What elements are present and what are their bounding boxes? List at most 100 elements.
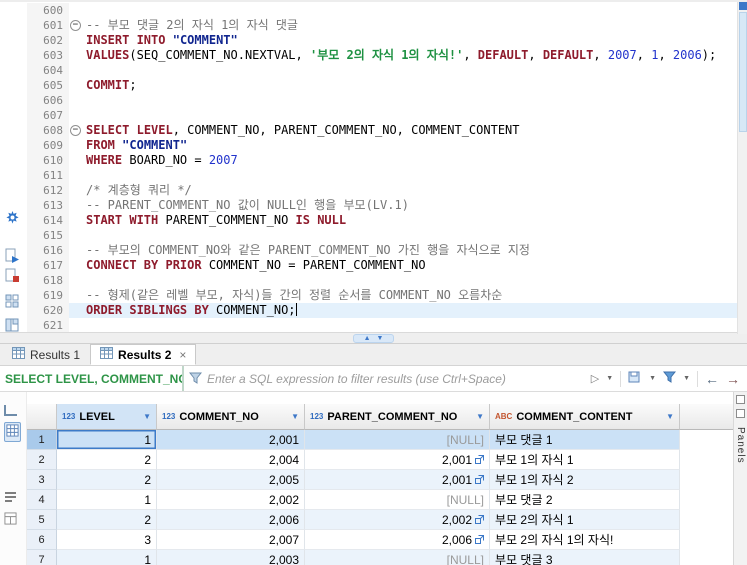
editor-line-610[interactable]: 610 WHERE BOARD_NO = 2007 [27,153,747,168]
grid-row-2[interactable]: 2 2 2,004 2,001 부모 1의 자식 1 [27,450,733,470]
open-reference-icon[interactable] [475,510,484,529]
editor-line-620[interactable]: 620 ORDER SIBLINGS BY COMMENT_NO; [27,303,747,318]
layout-annotation-icon[interactable] [5,318,21,334]
collapse-down-icon[interactable]: ▼ [377,335,384,342]
open-reference-icon[interactable] [475,470,484,489]
editor-line-613[interactable]: 613 -- PARENT_COMMENT_NO 값이 NULL인 행을 부모(L… [27,198,747,213]
fold-margin[interactable]: − [69,18,83,33]
grid-cell[interactable]: 2,005 [157,470,305,490]
nav-previous-icon[interactable]: ← [705,371,719,387]
editor-line-619[interactable]: 619 -- 형제(같은 레벨 부모, 자식)들 간의 정렬 순서를 COMMEN… [27,288,747,303]
grid-cell[interactable]: 3 [57,530,157,550]
grid-cell[interactable]: 2 [57,450,157,470]
editor-line-607[interactable]: 607 [27,108,747,123]
editor-line-602[interactable]: 602 INSERT INTO "COMMENT" [27,33,747,48]
column-header-parent_comment_no[interactable]: 123 PARENT_COMMENT_NO ▼ [305,404,490,430]
grid-cell[interactable]: 부모 댓글 2 [490,490,680,510]
grid-annotation-icon[interactable] [5,294,21,310]
panel-menu-icon[interactable] [736,409,745,418]
grid-cell[interactable]: 2 [57,470,157,490]
editor-line-611[interactable]: 611 [27,168,747,183]
editor-line-603[interactable]: 603 VALUES(SEQ_COMMENT_NO.NEXTVAL, '부모 2의… [27,48,747,63]
editor-line-617[interactable]: 617 CONNECT BY PRIOR COMMENT_NO = PARENT_… [27,258,747,273]
editor-line-608[interactable]: 608− SELECT LEVEL, COMMENT_NO, PARENT_COM… [27,123,747,138]
editor-vertical-scrollbar[interactable] [737,2,747,334]
grid-cell[interactable]: 2,002 [157,490,305,510]
grid-cell[interactable]: 1 [57,490,157,510]
grid-row-6[interactable]: 6 3 2,007 2,006 부모 2의 자식 1의 자식! [27,530,733,550]
grid-row-7[interactable]: 7 1 2,003 [NULL] 부모 댓글 3 [27,550,733,565]
row-header[interactable]: 5 [27,510,57,530]
grid-cell[interactable]: 부모 2의 자식 1 [490,510,680,530]
execute-script-icon[interactable] [5,248,21,264]
value-panel-icon[interactable] [4,404,18,419]
grid-cell[interactable]: 2 [57,510,157,530]
grid-cell[interactable]: [NULL] [305,550,490,565]
grid-cell[interactable]: 2,001 [157,430,305,450]
editor-line-606[interactable]: 606 [27,93,747,108]
editor-results-splitter[interactable]: ▲ ▼ [0,332,747,344]
row-header[interactable]: 3 [27,470,57,490]
code-area[interactable]: 600 601− -- 부모 댓글 2의 자식 1의 자식 댓글 602 INSERT … [27,2,747,332]
grid-row-4[interactable]: 4 1 2,002 [NULL] 부모 댓글 2 [27,490,733,510]
editor-line-621[interactable]: 621 [27,318,747,332]
grid-cell[interactable]: 부모 1의 자식 1 [490,450,680,470]
editor-line-609[interactable]: 609 FROM "COMMENT" [27,138,747,153]
grid-cell[interactable]: [NULL] [305,430,490,450]
panel-toggle-icon[interactable] [736,395,745,404]
grid-cell[interactable]: 2,001 [305,450,490,470]
script-error-icon[interactable] [5,268,21,284]
column-filter-icon[interactable]: ▼ [476,412,484,421]
results-tab-2[interactable]: Results 2 × [90,344,197,365]
panels-tab[interactable]: Panels [735,427,746,464]
column-filter-icon[interactable]: ▼ [666,412,674,421]
grid-view-icon[interactable] [4,422,21,442]
splitter-collapse-buttons[interactable]: ▲ ▼ [352,333,395,343]
column-header-comment_content[interactable]: ABC COMMENT_CONTENT ▼ [490,404,680,430]
grid-corner-cell[interactable] [27,404,57,430]
row-header[interactable]: 6 [27,530,57,550]
editor-line-600[interactable]: 600 [27,3,747,18]
open-reference-icon[interactable] [475,530,484,549]
data-filters-dropdown-icon[interactable]: ▼ [683,375,690,382]
grid-cell[interactable]: 부모 2의 자식 1의 자식! [490,530,680,550]
fold-collapse-icon[interactable]: − [70,20,81,31]
filter-history-dropdown-icon[interactable]: ▼ [606,375,613,382]
scrollbar-thumb[interactable] [739,12,747,132]
record-view-icon[interactable] [4,512,17,528]
column-filter-icon[interactable]: ▼ [143,412,151,421]
save-filter-dropdown-icon[interactable]: ▼ [649,375,656,382]
grid-cell[interactable]: 2,006 [305,530,490,550]
query-reference[interactable]: SELECT LEVEL, COMMENT_NC [0,366,184,391]
grid-row-5[interactable]: 5 2 2,006 2,002 부모 2의 자식 1 [27,510,733,530]
row-header[interactable]: 4 [27,490,57,510]
sql-editor[interactable]: 600 601− -- 부모 댓글 2의 자식 1의 자식 댓글 602 INSERT … [0,0,747,334]
editor-line-604[interactable]: 604 [27,63,747,78]
filter-edit-icon[interactable] [188,371,203,387]
grid-cell[interactable]: 2,003 [157,550,305,565]
editor-line-614[interactable]: 614 START WITH PARENT_COMMENT_NO IS NULL [27,213,747,228]
results-tab-1[interactable]: Results 1 [2,344,90,365]
grid-cell[interactable]: 1 [57,430,157,450]
editor-line-605[interactable]: 605 COMMIT; [27,78,747,93]
editor-line-615[interactable]: 615 [27,228,747,243]
grid-cell[interactable]: 부모 댓글 3 [490,550,680,565]
grid-cell[interactable]: 2,004 [157,450,305,470]
close-tab-icon[interactable]: × [179,348,186,362]
grid-cell[interactable]: 부모 1의 자식 2 [490,470,680,490]
row-header[interactable]: 7 [27,550,57,565]
result-grid[interactable]: 123 LEVEL ▼ 123 COMMENT_NO ▼ 123 PARENT_COMMENT… [27,392,733,565]
filter-expression-input[interactable]: Enter a SQL expression to filter results… [207,372,584,386]
grid-cell[interactable]: 2,007 [157,530,305,550]
open-reference-icon[interactable] [475,450,484,469]
editor-line-616[interactable]: 616 -- 부모의 COMMENT_NO와 같은 PARENT_COMMENT_… [27,243,747,258]
grid-cell[interactable]: 2,002 [305,510,490,530]
collapse-up-icon[interactable]: ▲ [364,335,371,342]
row-header[interactable]: 1 [27,430,57,450]
column-header-level[interactable]: 123 LEVEL ▼ [57,404,157,430]
grid-cell[interactable]: 부모 댓글 1 [490,430,680,450]
fold-margin[interactable]: − [69,123,83,138]
text-view-icon[interactable] [4,492,17,506]
save-filter-icon[interactable] [628,371,642,387]
row-header[interactable]: 2 [27,450,57,470]
